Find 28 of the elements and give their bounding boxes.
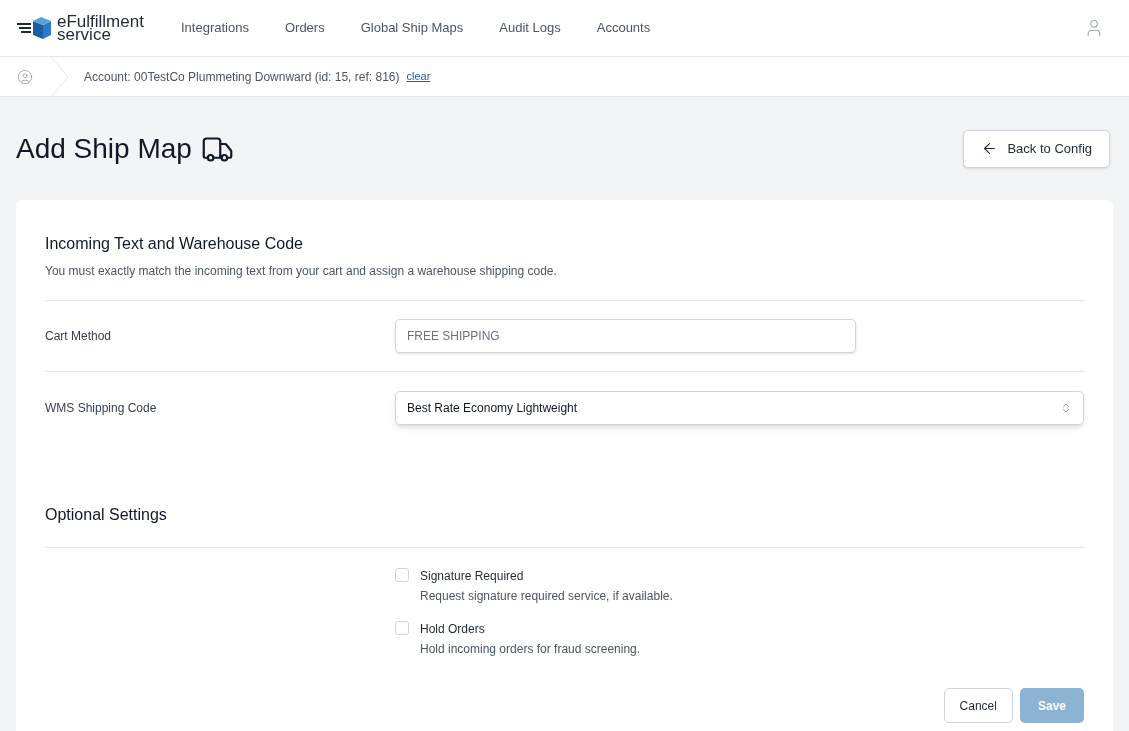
option-label: Hold Orders [420,621,486,638]
nav-link[interactable]: Global Ship Maps [360,18,464,38]
chevrons-icon [1060,401,1072,414]
section-title: Incoming Text and Warehouse Code [45,234,304,254]
cancel-button[interactable]: Cancel [943,688,1013,723]
checkbox[interactable] [395,621,409,635]
page-title: Add Ship Map [16,131,192,166]
option-label: Signature Required [420,568,525,585]
section-description: You must exactly match the incoming text from your cart and assign a warehouse shipping code. [45,263,558,280]
nav-link[interactable]: Integrations [181,18,249,38]
shipping-code-select[interactable]: Best Rate Economy Lightweight [395,390,1084,425]
field-label: Cart Method [45,328,113,345]
user-circle-icon [17,68,33,85]
nav-link[interactable]: Accounts [596,18,651,38]
clear-link[interactable]: clear [406,68,431,85]
back-to-config-button[interactable]: Back to Config [963,129,1110,168]
nav-link[interactable]: Orders [284,18,325,38]
section-title: Optional Settings [45,505,168,525]
logo-text: service [57,28,111,41]
logo-text: eFulfillment [57,15,144,28]
checkbox[interactable] [395,568,409,582]
option-description: Hold incoming orders for fraud screening. [420,641,641,658]
box-logo-icon [17,15,53,41]
account-label: Account: 00TestCo Plummeting Downward (id: 15, ref: 816) [84,68,400,86]
cart-method-input[interactable]: FREE SHIPPING [395,319,856,353]
option-description: Request signature required service, if available. [420,588,673,605]
field-label: WMS Shipping Code [45,399,158,417]
nav-link[interactable]: Audit Logs [499,18,561,38]
